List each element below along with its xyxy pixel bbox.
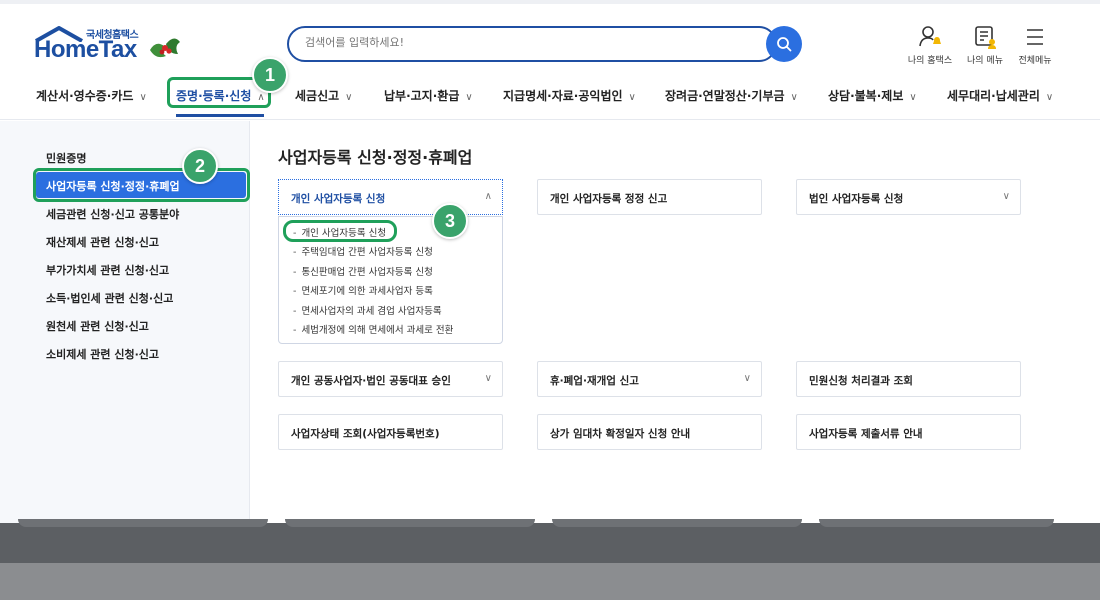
chevron-down-icon: ∨: [1002, 191, 1010, 202]
sidebar-item-property-tax[interactable]: 재산제세 관련 신청·신고: [46, 234, 159, 250]
header: 국세청홈택스 HomeTax 나의 홈택스: [0, 4, 1100, 120]
card-required-documents[interactable]: 사업자등록 제출서류 안내: [796, 414, 1021, 450]
chevron-down-icon: ∨: [909, 92, 917, 103]
my-menu-button[interactable]: 나의 메뉴: [957, 24, 1013, 66]
gnb-item-consulting[interactable]: 상담·불복·제보 ∨: [828, 87, 917, 104]
card-label: 개인 사업자등록 정정 신고: [550, 193, 668, 205]
card-label: 휴·폐업·재개업 신고: [550, 375, 639, 387]
card-label: 사업자등록 제출서류 안내: [809, 428, 923, 440]
gnb-item-statements[interactable]: 지급명세·자료·공익법인 ∨: [503, 87, 636, 104]
chevron-down-icon: ∨: [345, 92, 353, 103]
gnb-item-invoice[interactable]: 계산서·영수증·카드 ∨: [36, 87, 147, 104]
step-badge-2: 2: [182, 148, 218, 184]
sidebar-item-common-tax[interactable]: 세금관련 신청·신고 공통분야: [46, 206, 179, 222]
chevron-down-icon: ∨: [628, 92, 636, 103]
dropdown-item-exemption-waiver[interactable]: 면세포기에 의한 과세사업자 등록: [293, 283, 432, 297]
background-card: [285, 519, 535, 527]
page-title: 사업자등록 신청·정정·휴폐업: [278, 148, 473, 167]
dropdown-item-law-change[interactable]: 세법개정에 의해 면세에서 과세로 전환: [293, 322, 453, 336]
gnb-item-tax-filing[interactable]: 세금신고 ∨: [295, 87, 353, 104]
dimmed-overlay-lower: [0, 563, 1100, 600]
dropdown-item-housing-rental[interactable]: 주택임대업 간편 사업자등록 신청: [293, 244, 432, 258]
card-label: 민원신청 처리결과 조회: [809, 375, 913, 387]
step-badge-1: 1: [252, 57, 288, 93]
util-label: 전체메뉴: [1018, 56, 1052, 66]
chevron-down-icon: ∨: [484, 373, 492, 384]
background-card: [552, 519, 802, 527]
sidebar-item-consumption-tax[interactable]: 소비제세 관련 신청·신고: [46, 346, 159, 362]
background-card: [18, 519, 268, 527]
card-personal-correction[interactable]: 개인 사업자등록 정정 신고: [537, 179, 762, 215]
hometax-logo[interactable]: 국세청홈택스 HomeTax: [34, 26, 184, 70]
my-hometax-icon: [919, 26, 941, 47]
holly-icon: [150, 38, 180, 58]
step-badge-3: 3: [432, 203, 468, 239]
global-nav: 계산서·영수증·카드 ∨ 증명·등록·신청 ∧ 세금신고 ∨ 납부·고지·환급 ∨ 지급…: [0, 80, 1100, 116]
my-menu-icon: [975, 26, 996, 49]
util-label: 나의 홈택스: [907, 56, 953, 66]
active-gnb-underline: [176, 114, 264, 117]
background-card: [819, 519, 1054, 527]
search-bar: [287, 26, 777, 62]
sidebar-item-income-tax[interactable]: 소득·법인세 관련 신청·신고: [46, 290, 173, 306]
sidebar-item-civil-certificate[interactable]: 민원증명: [46, 150, 86, 166]
search-icon: [777, 37, 792, 52]
gnb-item-agent[interactable]: 세무대리·납세관리 ∨: [947, 87, 1053, 104]
card-closure-report[interactable]: 휴·폐업·재개업 신고 ∨: [537, 361, 762, 397]
card-business-status[interactable]: 사업자상태 조회(사업자등록번호): [278, 414, 503, 450]
sidebar-item-withholding[interactable]: 원천세 관련 신청·신고: [46, 318, 149, 334]
card-label: 법인 사업자등록 신청: [809, 193, 904, 205]
dropdown-item-concurrent-business[interactable]: 면세사업자의 과세 겸업 사업자등록: [293, 303, 441, 317]
hamburger-menu-icon: [1027, 29, 1043, 45]
chevron-down-icon: ∨: [790, 92, 798, 103]
card-label: 사업자상태 조회(사업자등록번호): [291, 428, 440, 440]
card-request-result[interactable]: 민원신청 처리결과 조회: [796, 361, 1021, 397]
chevron-up-icon: ∧: [484, 191, 492, 202]
chevron-down-icon: ∨: [743, 373, 751, 384]
card-label: 개인 사업자등록 신청: [291, 193, 386, 205]
sidebar-item-vat[interactable]: 부가가치세 관련 신청·신고: [46, 262, 169, 278]
dimmed-overlay: [0, 523, 1100, 563]
chevron-down-icon: ∨: [465, 92, 473, 103]
chevron-down-icon: ∨: [139, 92, 147, 103]
dropdown-item-mail-order[interactable]: 통신판매업 간편 사업자등록 신청: [293, 264, 432, 278]
card-personal-registration[interactable]: 개인 사업자등록 신청 ∧: [278, 179, 503, 215]
card-label: 개인 공동사업자·법인 공동대표 승인: [291, 375, 451, 387]
gnb-item-incentives[interactable]: 장려금·연말정산·기부금 ∨: [665, 87, 798, 104]
gnb-item-payment[interactable]: 납부·고지·환급 ∨: [384, 87, 473, 104]
search-input[interactable]: [305, 36, 745, 49]
card-lease-date[interactable]: 상가 임대차 확정일자 신청 안내: [537, 414, 762, 450]
chevron-down-icon: ∨: [1045, 92, 1054, 103]
util-label: 나의 메뉴: [967, 56, 1003, 66]
highlight-dropdown-item: [283, 220, 397, 242]
logo-title: HomeTax: [34, 36, 137, 63]
highlight-sidebar-registration: [33, 168, 250, 202]
card-joint-business-approval[interactable]: 개인 공동사업자·법인 공동대표 승인 ∨: [278, 361, 503, 397]
card-corporate-registration[interactable]: 법인 사업자등록 신청 ∨: [796, 179, 1021, 215]
my-hometax-button[interactable]: 나의 홈택스: [902, 24, 958, 66]
all-menu-button[interactable]: 전체메뉴: [1007, 24, 1063, 66]
search-button[interactable]: [766, 26, 802, 62]
card-label: 상가 임대차 확정일자 신청 안내: [550, 428, 691, 440]
